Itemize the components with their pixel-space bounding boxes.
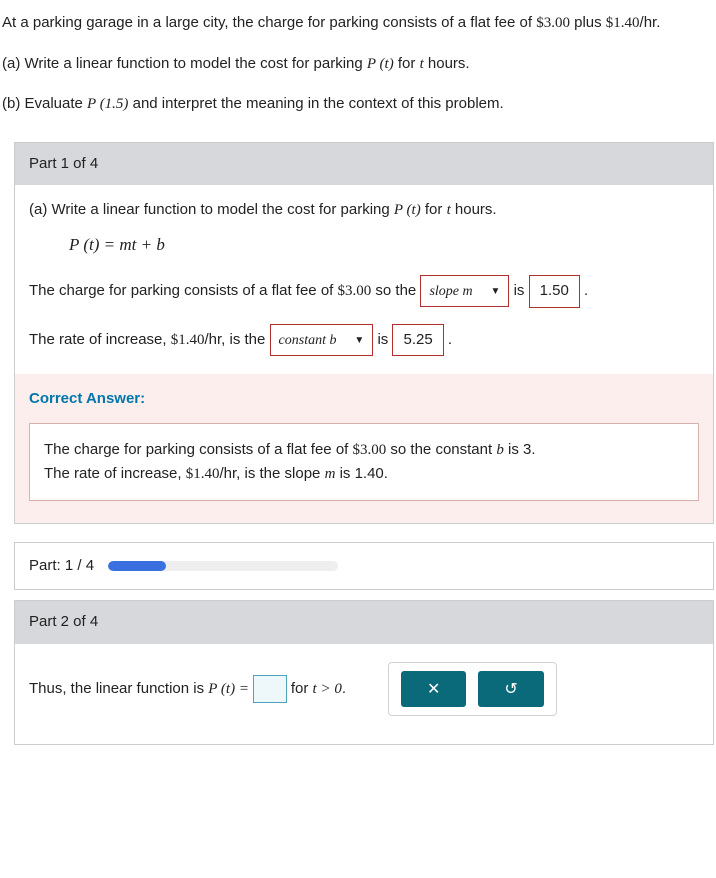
flat-fee: $3.00 — [536, 15, 570, 31]
undo-icon: ↺ — [504, 681, 517, 698]
correct-answer-region: Correct Answer: The charge for parking c… — [15, 374, 713, 523]
answer-row-1: The charge for parking consists of a fla… — [29, 275, 699, 308]
chevron-down-icon: ▼ — [491, 284, 501, 299]
clear-button[interactable]: ✕ — [401, 671, 466, 707]
reset-button[interactable]: ↺ — [478, 671, 543, 707]
equation: P (t) = mt + b — [69, 232, 699, 258]
part-2-panel: Part 2 of 4 Thus, the linear function is… — [14, 600, 714, 745]
progress-bar — [108, 561, 338, 571]
problem-intro: At a parking garage in a large city, the… — [2, 12, 714, 35]
question-a: (a) Write a linear function to model the… — [2, 53, 714, 76]
value-input-1[interactable]: 1.50 — [529, 275, 580, 308]
progress-panel: Part: 1 / 4 — [14, 542, 714, 591]
intro-text-2: plus — [570, 14, 606, 31]
part-1-panel: Part 1 of 4 (a) Write a linear function … — [14, 142, 714, 524]
part-2-header: Part 2 of 4 — [15, 601, 713, 644]
close-icon: ✕ — [427, 681, 440, 698]
action-bar: ✕ ↺ — [388, 662, 557, 716]
part1-question-restate: (a) Write a linear function to model the… — [29, 199, 699, 222]
dropdown-slope-intercept-1[interactable]: slope m ▼ — [420, 275, 509, 307]
part2-prompt: Thus, the linear function is P (t) = for… — [29, 675, 346, 703]
linear-function-input[interactable] — [253, 675, 287, 703]
dropdown-slope-intercept-2[interactable]: constant b ▼ — [270, 324, 374, 356]
intro-text-3: /hr. — [640, 14, 661, 31]
question-b: (b) Evaluate P (1.5) and interpret the m… — [2, 93, 714, 116]
progress-label: Part: 1 / 4 — [29, 555, 94, 578]
intro-text-1: At a parking garage in a large city, the… — [2, 14, 536, 31]
part-1-header: Part 1 of 4 — [15, 143, 713, 186]
answer-row-2: The rate of increase, $1.40/hr, is the c… — [29, 324, 699, 357]
correct-answer-label: Correct Answer: — [29, 388, 699, 411]
rate: $1.40 — [606, 15, 640, 31]
correct-answer-box: The charge for parking consists of a fla… — [29, 423, 699, 501]
value-input-2[interactable]: 5.25 — [392, 324, 443, 357]
chevron-down-icon: ▼ — [354, 333, 364, 348]
progress-fill — [108, 561, 166, 571]
